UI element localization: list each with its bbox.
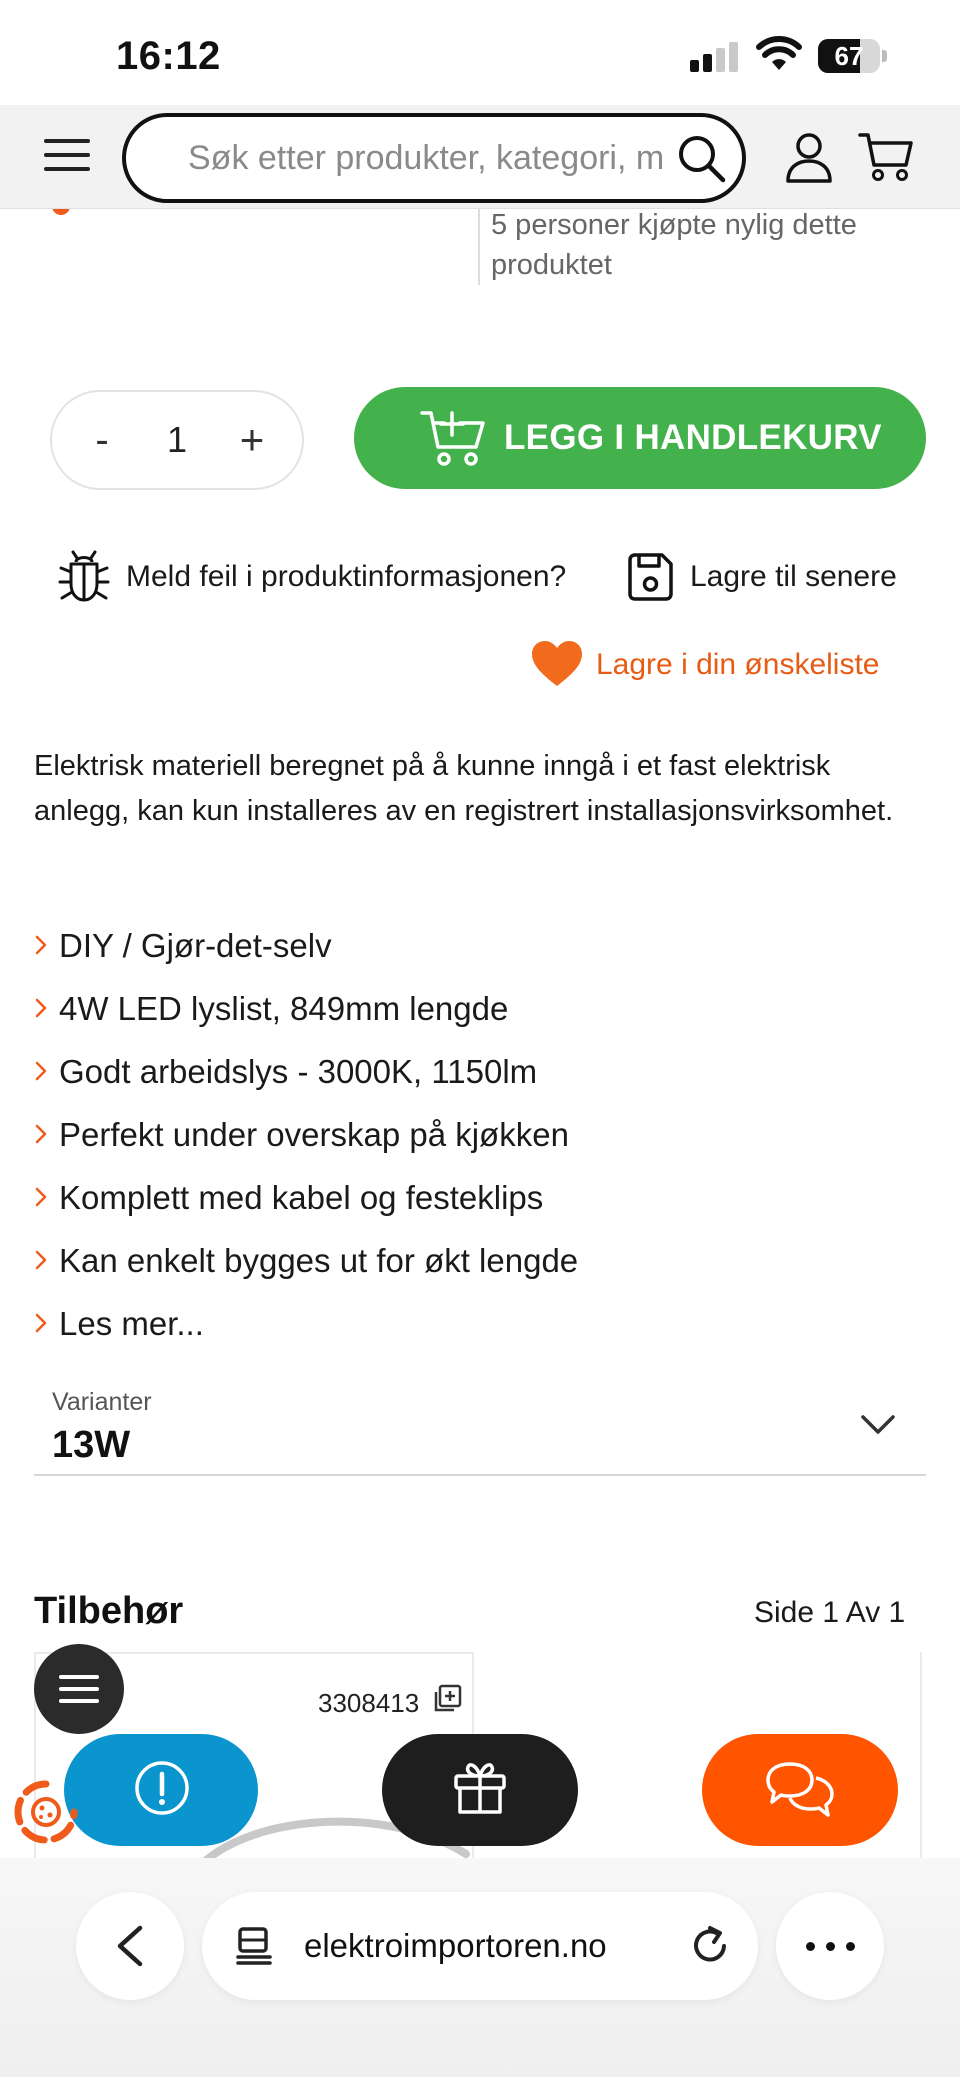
feature-text: Perfekt under overskap på kjøkken [59,1116,569,1153]
chevron-down-icon [861,1415,895,1434]
info-divider [478,209,480,285]
chevron-right-icon [35,1187,47,1207]
variant-selected-value: 13W [52,1424,131,1466]
feature-list: DIY / Gjør-det-selv 4W LED lyslist, 849mm… [34,914,914,1355]
floating-menu-button[interactable] [34,1644,124,1734]
gift-button[interactable] [382,1734,578,1846]
gift-icon [454,1763,506,1814]
chevron-right-icon [35,1250,47,1270]
browser-more-button[interactable] [776,1892,884,2000]
report-error-label: Meld feil i produktinformasjonen? [126,560,567,593]
feature-item: DIY / Gjør-det-selv [34,914,914,977]
wifi-icon [756,36,802,70]
feature-item: Perfekt under overskap på kjøkken [34,1103,914,1166]
chevron-right-icon [35,935,47,955]
browser-toolbar: elektroimportoren.no [0,1858,960,2077]
variant-dropdown[interactable]: Varianter 13W [34,1380,926,1476]
product-description: Elektrisk materiell beregnet på å kunne … [34,750,894,827]
feature-text: 4W LED lyslist, 849mm lengde [59,990,509,1027]
quantity-increase-button[interactable]: + [222,392,282,488]
reload-icon[interactable] [688,1924,732,1968]
alert-icon [135,1761,189,1815]
chevron-left-icon [117,1925,143,1967]
feature-text: DIY / Gjør-det-selv [59,927,332,964]
feature-item: Godt arbeidslys - 3000K, 1150lm [34,1040,914,1103]
feature-text: Kan enkelt bygges ut for økt lengde [59,1242,579,1279]
browser-url: elektroimportoren.no [304,1927,607,1964]
accessories-title: Tilbehør [34,1590,184,1632]
site-header [0,105,960,209]
info-button[interactable] [64,1734,258,1846]
signal-icon [690,42,742,72]
cart-plus-icon [420,411,485,466]
feature-item: Kan enkelt bygges ut for økt lengde [34,1229,914,1292]
accessory-sku: 3308413 [318,1688,420,1718]
cookie-settings-icon[interactable] [14,1780,78,1844]
recent-purchases-info: 5 personer kjøpte nylig dette produktet [0,203,960,289]
bug-icon [58,550,110,602]
search-bar[interactable] [122,113,746,203]
chevron-right-icon [35,1061,47,1081]
recent-purchases-text: 5 personer kjøpte nylig dette produktet [491,209,857,281]
battery-level: 67 [834,41,864,71]
feature-text: Godt arbeidslys - 3000K, 1150lm [59,1053,538,1090]
feature-item: Komplett med kabel og festeklips [34,1166,914,1229]
status-bar: 16:12 67 [0,0,960,105]
status-time: 16:12 [116,34,221,78]
accessories-pagination: Side 1 Av 1 [754,1596,906,1629]
chevron-right-icon [35,998,47,1018]
chat-button[interactable] [702,1734,898,1846]
feature-text: Les mer... [59,1305,204,1342]
heart-icon [532,641,582,686]
chevron-right-icon [35,1313,47,1333]
accessory-card-next[interactable] [920,1652,928,1862]
menu-icon[interactable] [44,135,90,175]
save-for-later-label: Lagre til senere [690,560,897,593]
battery-icon: 67 [818,39,888,73]
tabs-icon[interactable] [234,1926,274,1966]
feature-item: 4W LED lyslist, 849mm lengde [34,977,914,1040]
cart-icon[interactable] [858,131,914,183]
save-icon [628,553,673,601]
browser-address-bar[interactable]: elektroimportoren.no [202,1892,758,2000]
search-input[interactable] [188,117,668,199]
search-icon[interactable] [674,131,728,185]
chat-icon [766,1762,834,1817]
quantity-decrease-button[interactable]: - [72,392,132,488]
quantity-stepper: - 1 + [50,390,304,490]
wishlist-label: Lagre i din ønskeliste [596,648,880,681]
copy-icon[interactable] [432,1684,462,1714]
user-icon[interactable] [784,131,834,183]
add-to-cart-button[interactable]: LEGG I HANDLEKURV [354,387,926,489]
add-to-cart-label: LEGG I HANDLEKURV [504,418,882,457]
read-more-link[interactable]: Les mer... [34,1292,914,1355]
chevron-right-icon [35,1124,47,1144]
feature-text: Komplett med kabel og festeklips [59,1179,544,1216]
browser-back-button[interactable] [76,1892,184,2000]
quantity-value[interactable]: 1 [142,392,212,488]
variant-label: Varianter [52,1388,152,1416]
